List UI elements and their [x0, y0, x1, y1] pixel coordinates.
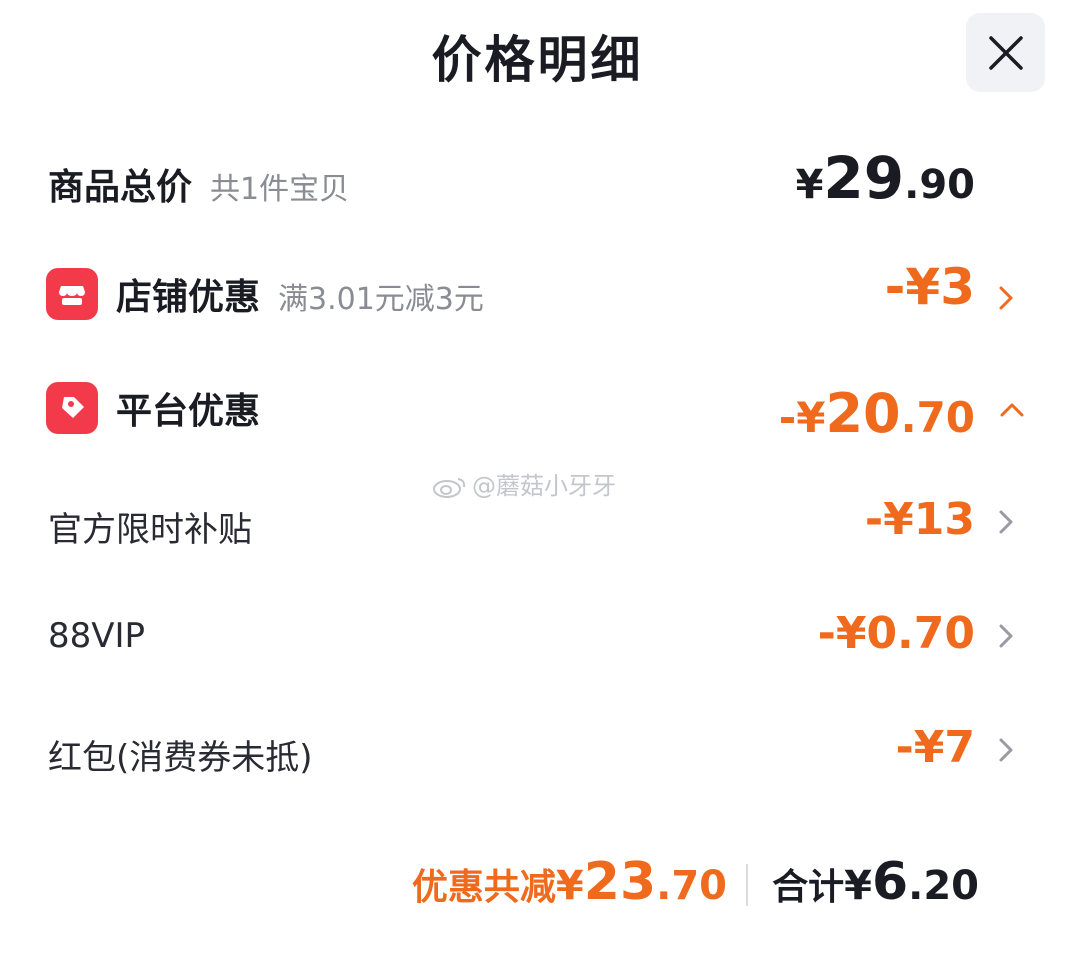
- shop-discount-rule: 满3.01元减3元: [278, 282, 484, 317]
- shop-discount-amount: -¥3: [884, 258, 975, 316]
- yen-symbol: ¥: [795, 162, 824, 208]
- chevron-right-icon[interactable]: [996, 284, 1016, 312]
- tag-icon: [46, 382, 98, 434]
- chevron-right-icon[interactable]: [996, 736, 1016, 764]
- discount-integer: 23: [583, 852, 657, 912]
- list-item[interactable]: 官方限时补贴 -¥13: [0, 494, 1075, 554]
- vip-label: 88VIP: [48, 616, 146, 656]
- subsidy-label: 官方限时补贴: [48, 510, 252, 550]
- total-decimal: .20: [908, 863, 979, 909]
- shop-icon: [46, 268, 98, 320]
- price-decimal: .90: [904, 162, 975, 208]
- discount-integer: 20: [825, 382, 901, 445]
- vip-amount: -¥0.70: [817, 608, 975, 659]
- discount-decimal: .70: [900, 393, 975, 442]
- yen-symbol: ¥: [844, 863, 872, 909]
- final-total: 合计¥6.20: [772, 852, 979, 912]
- platform-discount-amount: -¥20.70: [779, 382, 975, 445]
- list-item[interactable]: 红包(消费券未抵) -¥7: [0, 722, 1075, 782]
- close-button[interactable]: [966, 13, 1045, 92]
- total-price-label: 商品总价 共1件宝贝: [48, 158, 349, 210]
- list-item[interactable]: 88VIP -¥0.70: [0, 608, 1075, 668]
- total-price-amount: ¥29.90: [796, 144, 975, 212]
- yen-symbol: ¥: [555, 863, 584, 909]
- platform-discount-label: 平台优惠: [116, 391, 261, 432]
- total-discount: 优惠共减¥23.70: [412, 852, 727, 912]
- page-title: 价格明细: [431, 31, 644, 89]
- chevron-up-icon[interactable]: [998, 400, 1026, 420]
- subsidy-amount: -¥13: [864, 494, 975, 545]
- chevron-right-icon[interactable]: [996, 622, 1016, 650]
- discount-decimal: .70: [656, 863, 727, 909]
- price-integer: 29: [823, 144, 905, 212]
- shop-discount-label: 店铺优惠 满3.01元减3元: [116, 268, 484, 320]
- total-price-row: 商品总价 共1件宝贝 ¥29.90: [0, 144, 1075, 220]
- total-integer: 6: [871, 852, 909, 912]
- total-price-title: 商品总价: [48, 167, 193, 208]
- red-packet-label: 红包(消费券未抵): [48, 738, 313, 778]
- platform-discount-row[interactable]: 平台优惠 -¥20.70: [0, 376, 1075, 446]
- divider: [746, 864, 748, 906]
- shop-discount-title: 店铺优惠: [116, 277, 261, 318]
- shop-discount-row[interactable]: 店铺优惠 满3.01元减3元 -¥3: [0, 258, 1075, 332]
- total-discount-label: 优惠共减: [411, 867, 556, 908]
- final-total-label: 合计: [772, 867, 845, 908]
- close-icon: [989, 36, 1023, 70]
- red-packet-amount: -¥7: [895, 722, 976, 773]
- minus-yen: -¥: [778, 393, 826, 442]
- summary-footer: 优惠共减¥23.70 合计¥6.20: [0, 852, 1075, 914]
- chevron-right-icon[interactable]: [996, 508, 1016, 536]
- item-count-note: 共1件宝贝: [210, 172, 350, 207]
